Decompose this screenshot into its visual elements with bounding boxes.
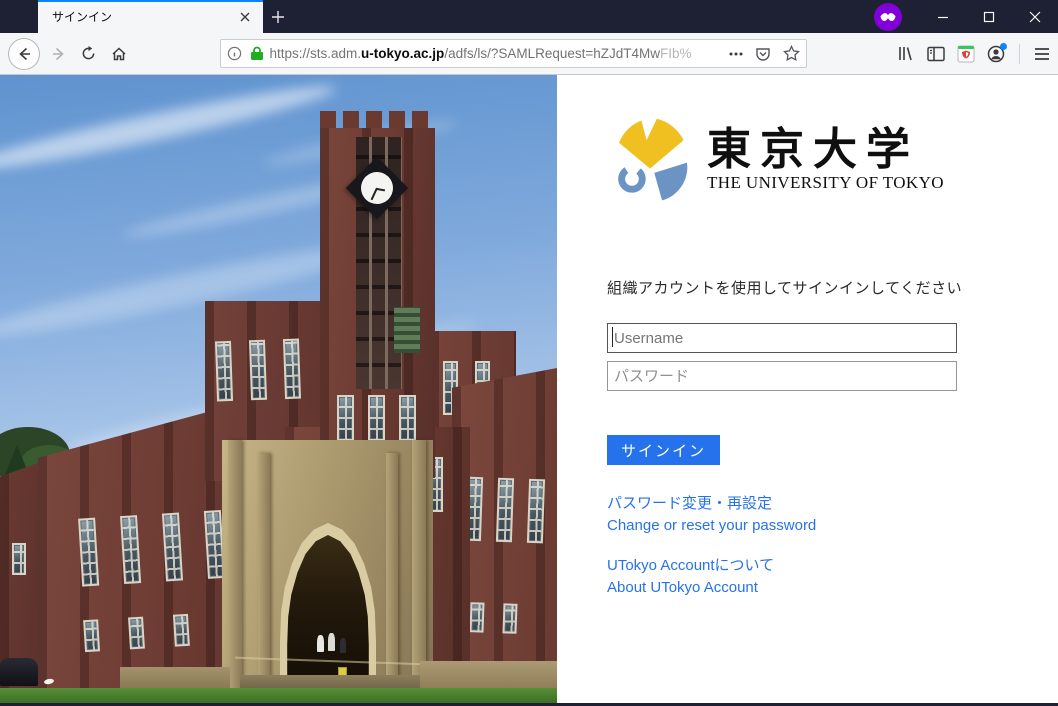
password-input[interactable] (607, 361, 957, 391)
link-password-reset-en[interactable]: Change or reset your password (607, 515, 1058, 537)
page-actions-icon[interactable] (729, 52, 743, 56)
extension-icon[interactable] (957, 45, 975, 63)
link-password-reset-jp[interactable]: パスワード変更・再設定 (607, 493, 1058, 515)
campus-photo (0, 75, 557, 706)
tab-signin[interactable]: サインイン (38, 0, 263, 33)
url-prefix: https://sts.adm. (270, 46, 362, 61)
link-about-account-en[interactable]: About UTokyo Account (607, 577, 1058, 599)
url-path: /adfs/ls/?SAMLRequest=hZJdT4Mw (444, 46, 660, 61)
toolbar-divider (1019, 44, 1020, 64)
forward-button[interactable] (44, 39, 74, 69)
private-browsing-icon (874, 3, 902, 31)
notification-dot (1000, 43, 1007, 50)
person (317, 635, 324, 652)
link-about-account-jp[interactable]: UTokyo Accountについて (607, 555, 1058, 577)
url-domain: u-tokyo.ac.jp (361, 46, 444, 61)
reload-icon[interactable] (74, 39, 104, 69)
url-text[interactable]: https://sts.adm.u-tokyo.ac.jp/adfs/ls/?S… (270, 46, 730, 61)
ginkgo-logo-icon (607, 117, 693, 203)
sidebar-icon[interactable] (927, 46, 945, 62)
url-tail: FIb% (660, 46, 692, 61)
back-button[interactable] (8, 38, 40, 70)
url-bar[interactable]: https://sts.adm.u-tokyo.ac.jp/adfs/ls/?S… (220, 39, 808, 68)
login-panel: 東京大学 THE UNIVERSITY OF TOKYO 組織アカウントを使用し… (557, 75, 1058, 706)
page-content: 東京大学 THE UNIVERSITY OF TOKYO 組織アカウントを使用し… (0, 75, 1058, 706)
bookmark-star-icon[interactable] (783, 45, 800, 62)
copper-ornament (394, 307, 420, 353)
pocket-icon[interactable] (755, 46, 771, 62)
signin-button[interactable]: サインイン (607, 435, 720, 465)
logo-text-jp: 東京大学 (707, 127, 944, 173)
library-icon[interactable] (897, 45, 915, 62)
account-icon[interactable] (987, 45, 1005, 63)
username-input[interactable] (607, 323, 957, 353)
logo-text-en: THE UNIVERSITY OF TOKYO (707, 173, 944, 193)
signin-instruction: 組織アカウントを使用してサインインしてください (607, 277, 1058, 298)
maximize-button[interactable] (966, 0, 1012, 33)
minimize-button[interactable] (920, 0, 966, 33)
nav-toolbar: https://sts.adm.u-tokyo.ac.jp/adfs/ls/?S… (0, 33, 1058, 75)
tab-close-icon[interactable] (235, 7, 255, 27)
person (328, 633, 335, 651)
utokyo-logo: 東京大学 THE UNIVERSITY OF TOKYO (607, 115, 1058, 205)
lawn (0, 688, 557, 703)
home-icon[interactable] (104, 39, 134, 69)
browser-window: サインイン (0, 0, 1058, 706)
new-tab-button[interactable] (263, 0, 293, 33)
close-button[interactable] (1012, 0, 1058, 33)
lock-icon[interactable] (250, 46, 264, 61)
menu-icon[interactable] (1034, 47, 1050, 61)
titlebar: サインイン (0, 0, 1058, 33)
tab-title: サインイン (52, 8, 235, 25)
site-info-icon[interactable] (227, 46, 242, 61)
parked-car (0, 658, 38, 686)
help-links: パスワード変更・再設定 Change or reset your passwor… (607, 493, 1058, 599)
